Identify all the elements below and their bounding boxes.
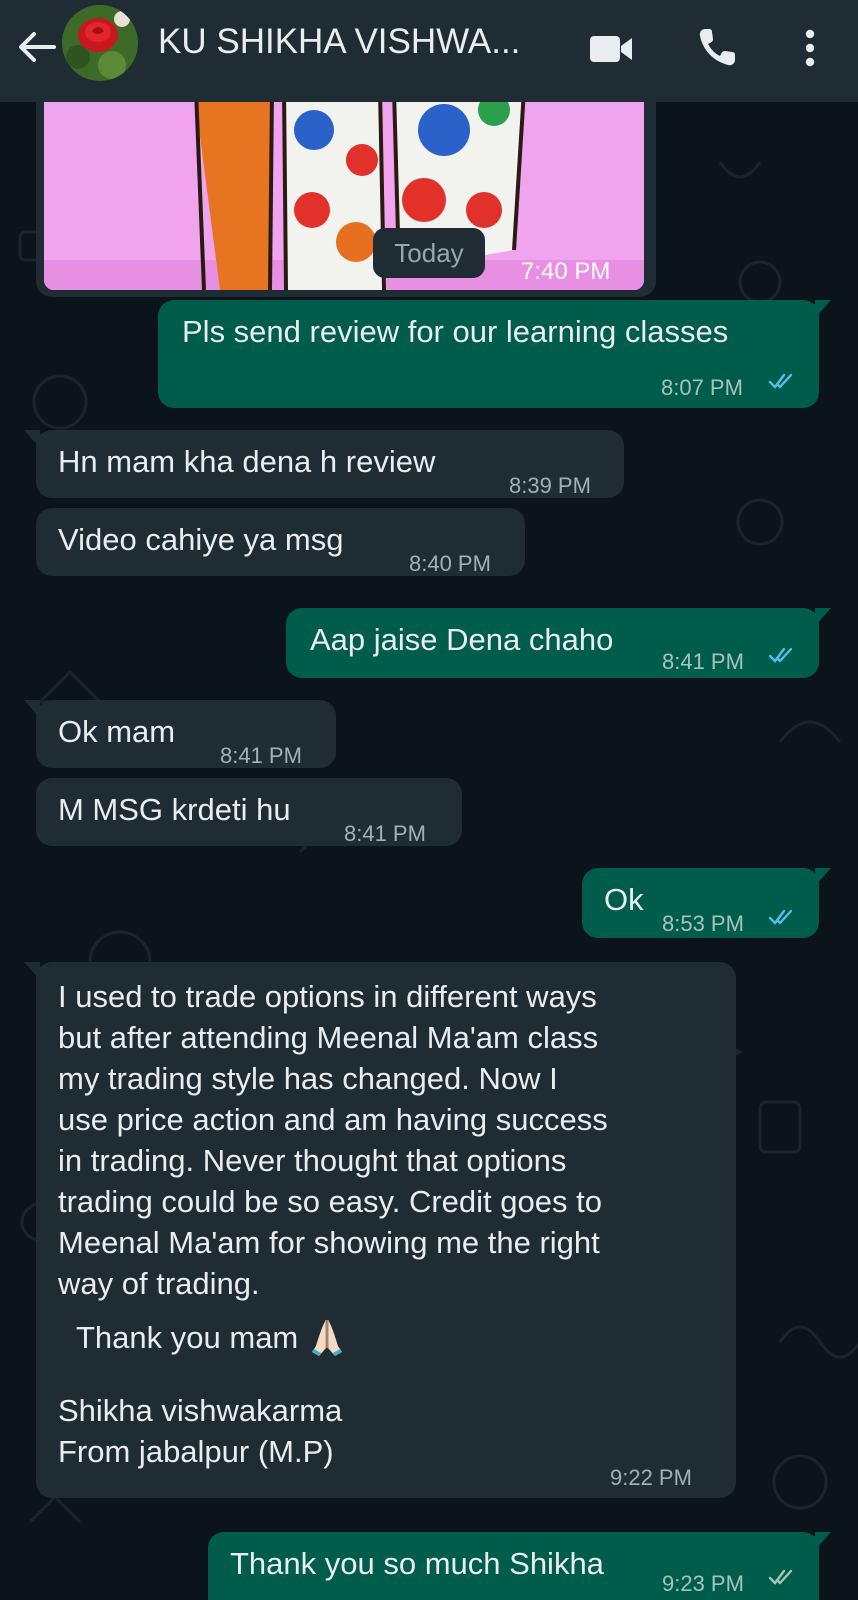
message-time: 9:23 PM [662, 1571, 744, 1596]
date-divider: Today [373, 228, 485, 278]
read-receipt-icon [768, 647, 793, 663]
folded-hands-emoji [311, 1320, 342, 1356]
message-text: Hn mam kha dena h review [58, 444, 436, 479]
message-time: 8:41 PM [220, 743, 302, 768]
thanks-text: Thank you mam [76, 1320, 299, 1355]
outgoing-message[interactable]: Ok 8:53 PM [582, 868, 831, 938]
outgoing-message[interactable]: Pls send review for our learning classes… [158, 300, 831, 408]
chat-header: KU SHIKHA VISHWA... [0, 0, 858, 102]
review-line: but after attending Meenal Ma'am class [58, 1020, 599, 1055]
review-line: Meenal Ma'am for showing me the right [58, 1225, 600, 1260]
video-call-icon[interactable] [588, 24, 636, 72]
voice-call-icon[interactable] [693, 24, 741, 72]
review-message[interactable]: I used to trade options in different way… [24, 962, 736, 1498]
message-text: M MSG krdeti hu [58, 792, 291, 827]
review-line: I used to trade options in different way… [58, 979, 597, 1014]
chat-screen: KU SHIKHA VISHWA... 7:40 PM Today Pls se… [0, 0, 858, 1600]
incoming-message[interactable]: Ok mam 8:41 PM [24, 700, 336, 768]
review-line: way of trading. [58, 1266, 260, 1301]
incoming-message[interactable]: M MSG krdeti hu 8:41 PM [36, 778, 462, 846]
incoming-message[interactable]: Video cahiye ya msg 8:40 PM [36, 508, 525, 576]
review-line: use price action and am having success [58, 1102, 608, 1137]
review-message-body: I used to trade options in different way… [58, 976, 758, 1472]
contact-avatar[interactable] [62, 5, 138, 81]
incoming-message[interactable]: Hn mam kha dena h review 8:39 PM [24, 430, 624, 498]
message-text: Video cahiye ya msg [58, 522, 344, 557]
review-line: in trading. Never thought that options [58, 1143, 567, 1178]
message-time: 8:39 PM [509, 473, 591, 498]
message-text: Aap jaise Dena chaho [310, 622, 614, 657]
outgoing-message[interactable]: Thank you so much Shikha 9:23 PM [208, 1532, 831, 1600]
delivered-receipt-icon [768, 1569, 793, 1585]
message-text: Thank you so much Shikha [230, 1546, 604, 1581]
contact-name[interactable]: KU SHIKHA VISHWA... [158, 22, 558, 62]
message-time: 8:53 PM [662, 911, 744, 936]
more-options-icon[interactable] [786, 24, 834, 72]
message-text: Ok mam [58, 714, 176, 749]
back-arrow-icon[interactable] [14, 24, 60, 70]
chat-area[interactable]: 7:40 PM Today Pls send review for our le… [0, 102, 858, 1600]
signature-line: Shikha vishwakarma [58, 1393, 343, 1428]
outgoing-message[interactable]: Aap jaise Dena chaho 8:41 PM [286, 608, 831, 678]
message-text: Pls send review for our learning classes [182, 314, 729, 349]
review-line: trading could be so easy. Credit goes to [58, 1184, 602, 1219]
message-time: 8:40 PM [409, 551, 491, 576]
review-thanks-line: Thank you mam [58, 1316, 758, 1358]
message-time: 8:41 PM [662, 649, 744, 674]
read-receipt-icon [768, 373, 793, 389]
message-time: 8:07 PM [661, 375, 743, 400]
message-time: 9:22 PM [610, 1465, 692, 1490]
message-time: 8:41 PM [344, 821, 426, 846]
message-text: Ok [604, 882, 644, 917]
read-receipt-icon [768, 909, 793, 925]
review-line: my trading style has changed. Now I [58, 1061, 558, 1096]
image-message-time: 7:40 PM [521, 258, 611, 285]
